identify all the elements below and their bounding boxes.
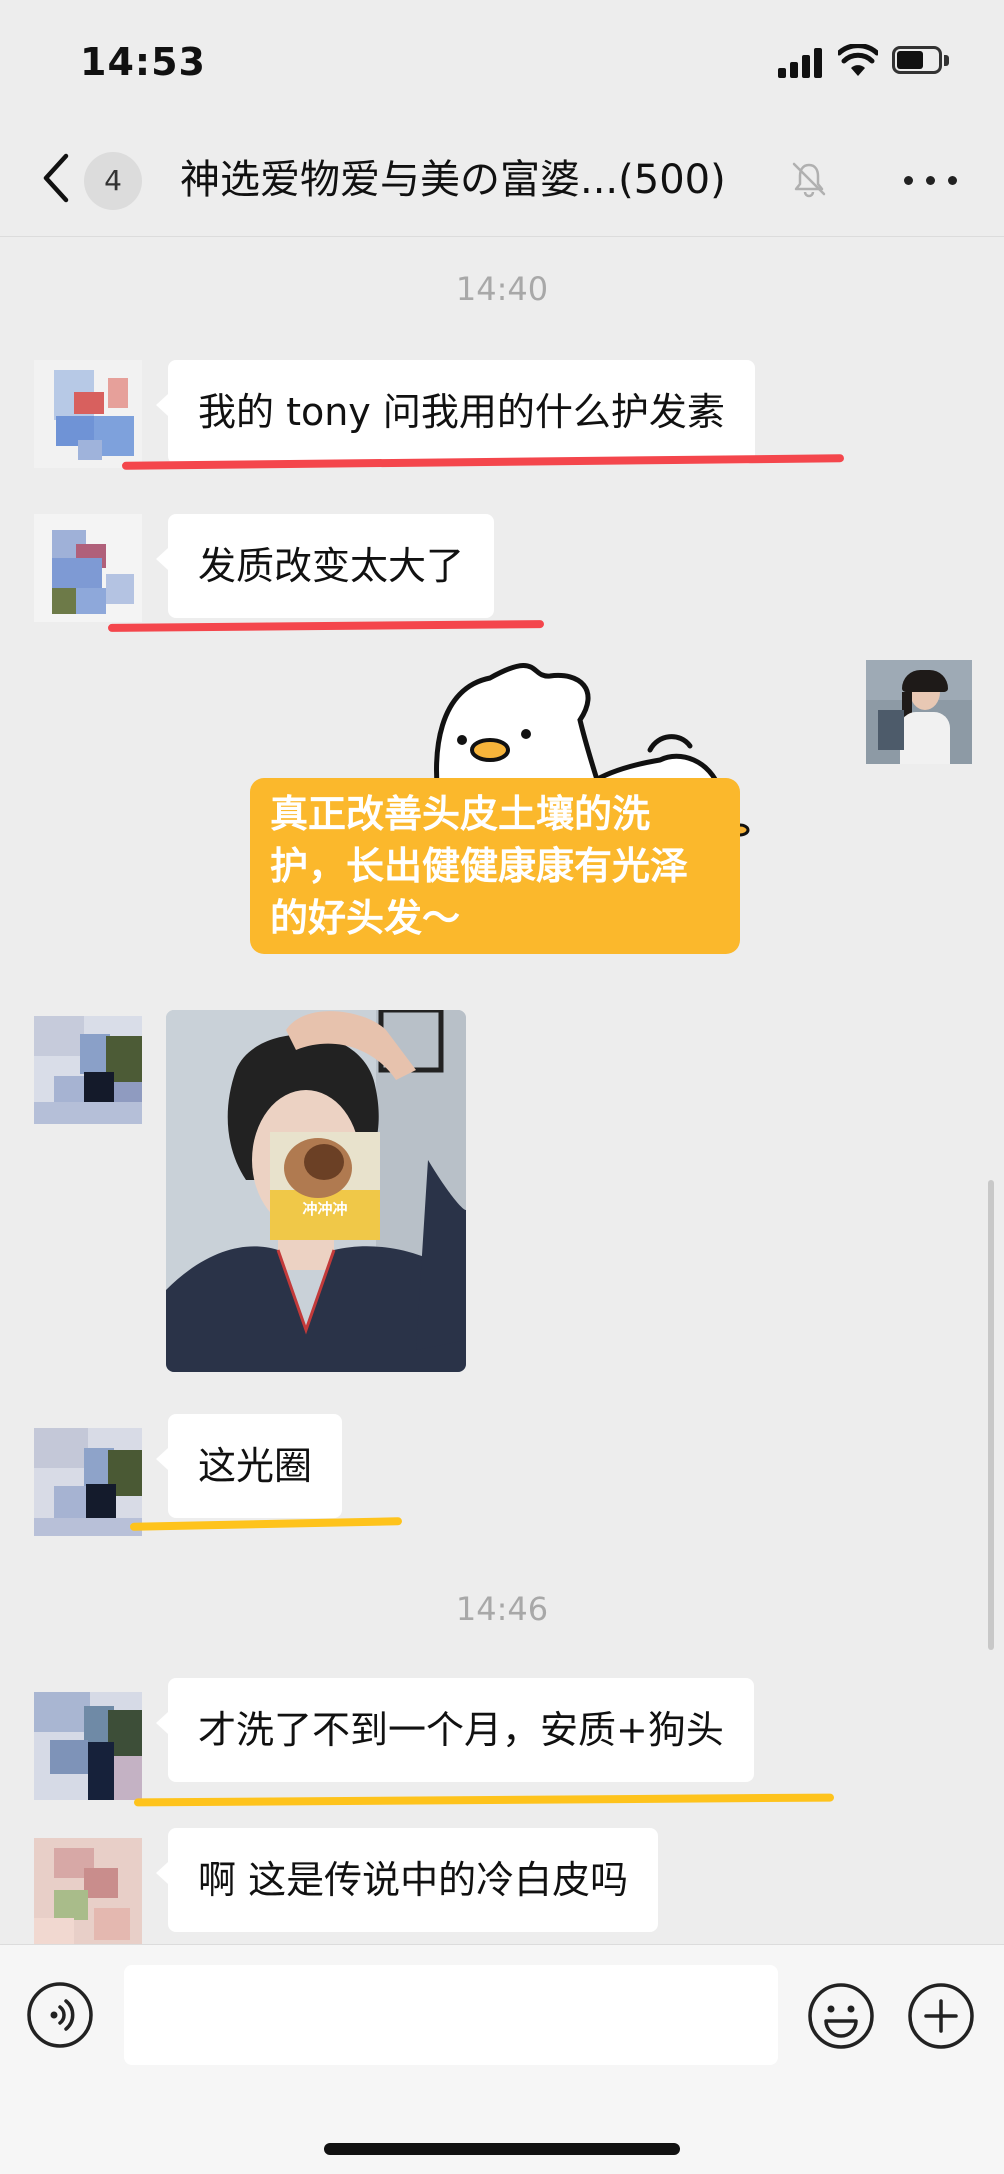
more-options-button[interactable] [904,170,960,190]
avatar[interactable] [34,514,142,622]
photo-image: 冲冲冲 [166,1010,466,1372]
avatar[interactable] [34,1838,142,1946]
message-input[interactable] [124,1965,778,2065]
chat-scrollbar[interactable] [988,1180,994,1650]
sticker-caption: 真正改善头皮土壤的洗护，长出健健康康有光泽的好头发～ [250,778,740,954]
photo-message[interactable]: 冲冲冲 [166,1010,466,1372]
back-chevron-icon[interactable] [36,150,76,206]
timestamp: 14:40 [455,270,549,308]
input-bar [0,1944,1004,2174]
message-bubble[interactable]: 啊 这是传说中的冷白皮吗 [155,1828,659,1932]
signal-icon [778,46,822,78]
avatar[interactable] [34,1692,142,1800]
chat-header: 4 神选爱物爱与美の富婆...(500) [0,120,1004,237]
message-bubble[interactable]: 我的 tony 问我用的什么护发素 [156,360,755,464]
photo-overlay-text: 冲冲冲 [302,1200,347,1218]
more-dots-icon [904,176,913,185]
message-bubble[interactable]: 发质改变太大了 [155,514,495,618]
emoji-icon[interactable] [806,1981,876,2051]
battery-icon [892,46,950,76]
avatar[interactable] [34,360,142,468]
my-avatar[interactable] [866,660,972,764]
status-bar: 14:53 [0,0,1004,120]
message-bubble[interactable]: 这光圈 [155,1414,343,1518]
chat-title[interactable]: 神选爱物爱与美の富婆...(500) [180,150,780,210]
timestamp: 14:46 [455,1590,549,1628]
avatar[interactable] [34,1428,142,1536]
status-time: 14:53 [80,40,206,84]
unread-count-badge[interactable]: 4 [84,152,142,210]
mute-bell-icon [792,162,826,198]
highlight-underline [129,1517,403,1531]
message-bubble[interactable]: 才洗了不到一个月，安质+狗头 [156,1678,754,1782]
avatar[interactable] [34,1016,142,1124]
home-indicator [324,2143,680,2155]
voice-icon[interactable] [26,1981,94,2049]
plus-icon[interactable] [906,1981,976,2051]
highlight-underline [107,620,545,632]
wifi-icon [838,44,878,76]
highlight-underline [133,1793,835,1807]
